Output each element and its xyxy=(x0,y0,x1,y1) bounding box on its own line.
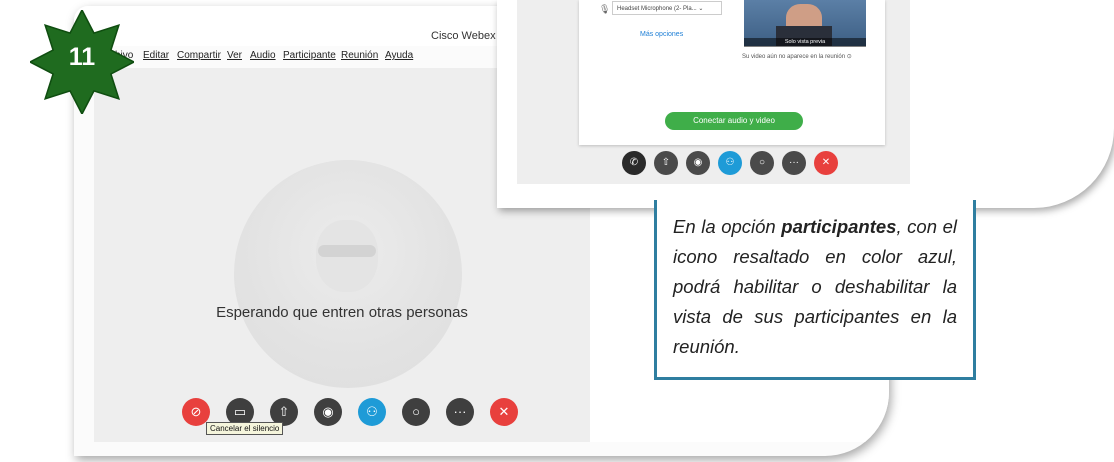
record-button[interactable]: ◉ xyxy=(314,398,342,426)
record-icon: ◉ xyxy=(693,157,703,168)
step-number: 11 xyxy=(68,43,96,71)
more-options-icon: ··· xyxy=(789,157,799,168)
participants-icon: ⚇ xyxy=(725,157,735,168)
avatar-glasses xyxy=(318,245,376,257)
chat-button[interactable]: ○ xyxy=(402,398,430,426)
more-options-button[interactable]: ··· xyxy=(446,398,474,426)
inset-chat-button[interactable]: ○ xyxy=(750,151,774,175)
preview-note: Su video aún no aparece en la reunión ⊙ xyxy=(742,53,852,60)
menu-ayuda[interactable]: Ayuda xyxy=(385,50,413,61)
microphone-icon: 🎙 xyxy=(599,4,611,14)
more-options-link[interactable]: Más opciones xyxy=(640,31,683,38)
menu-reunion[interactable]: Reunión xyxy=(341,50,378,61)
microphone-select[interactable]: Headset Microphone (2- Pla... ⌄ xyxy=(612,1,722,15)
menu-compartir[interactable]: Compartir xyxy=(177,50,221,61)
leave-meeting-button[interactable]: ✕ xyxy=(490,398,518,426)
waiting-message: Esperando que entren otras personas xyxy=(216,304,468,321)
chat-bubble-icon: ○ xyxy=(758,157,766,168)
preview-inset: 🎙 Headset Microphone (2- Pla... ⌄ Más op… xyxy=(497,0,1114,208)
audio-video-dialog: 🎙 Headset Microphone (2- Pla... ⌄ Más op… xyxy=(579,0,885,145)
inset-leave-button[interactable]: ✕ xyxy=(814,151,838,175)
instruction-caption: En la opción participantes, con el icono… xyxy=(654,200,976,380)
info-icon: ⊙ xyxy=(846,54,852,60)
host-avatar xyxy=(234,160,462,388)
participants-icon: ⚇ xyxy=(366,404,378,419)
microphone-select-value: Headset Microphone (2- Pla... xyxy=(617,6,697,12)
record-icon: ◉ xyxy=(322,404,334,419)
video-camera-icon: ▭ xyxy=(233,404,247,419)
menu-participante[interactable]: Participante xyxy=(283,50,336,61)
menu-editar[interactable]: Editar xyxy=(143,50,169,61)
inset-share-button[interactable]: ⇧ xyxy=(654,151,678,175)
menu-ver[interactable]: Ver xyxy=(227,50,242,61)
chat-bubble-icon: ○ xyxy=(412,404,420,419)
leave-x-icon: ✕ xyxy=(821,157,831,168)
participants-button[interactable]: ⚇ xyxy=(358,398,386,426)
preview-label: Solo vista previa xyxy=(744,38,866,47)
mute-tooltip: Cancelar el silencio xyxy=(206,422,284,435)
inset-audio-button[interactable]: ✆ xyxy=(622,151,646,175)
inset-background: 🎙 Headset Microphone (2- Pla... ⌄ Más op… xyxy=(517,0,910,184)
menu-audio[interactable]: Audio xyxy=(250,50,276,61)
more-options-icon: ··· xyxy=(453,404,467,419)
inset-record-button[interactable]: ◉ xyxy=(686,151,710,175)
preview-note-text: Su video aún no aparece en la reunión xyxy=(742,54,846,60)
connect-audio-video-button[interactable]: Conectar audio y video xyxy=(665,112,803,130)
phone-audio-icon: ✆ xyxy=(629,157,639,168)
caption-text-end: , con el icono resaltado en color azul, … xyxy=(673,216,957,357)
caption-text-start: En la opción xyxy=(673,216,782,237)
microphone-muted-icon: ⊘ xyxy=(190,404,202,419)
share-upload-icon: ⇧ xyxy=(278,404,290,419)
share-upload-icon: ⇧ xyxy=(661,157,671,168)
caption-bold-keyword: participantes xyxy=(781,216,897,237)
leave-x-icon: ✕ xyxy=(498,404,510,419)
inset-participants-button[interactable]: ⚇ xyxy=(718,151,742,175)
inset-more-options-button[interactable]: ··· xyxy=(782,151,806,175)
